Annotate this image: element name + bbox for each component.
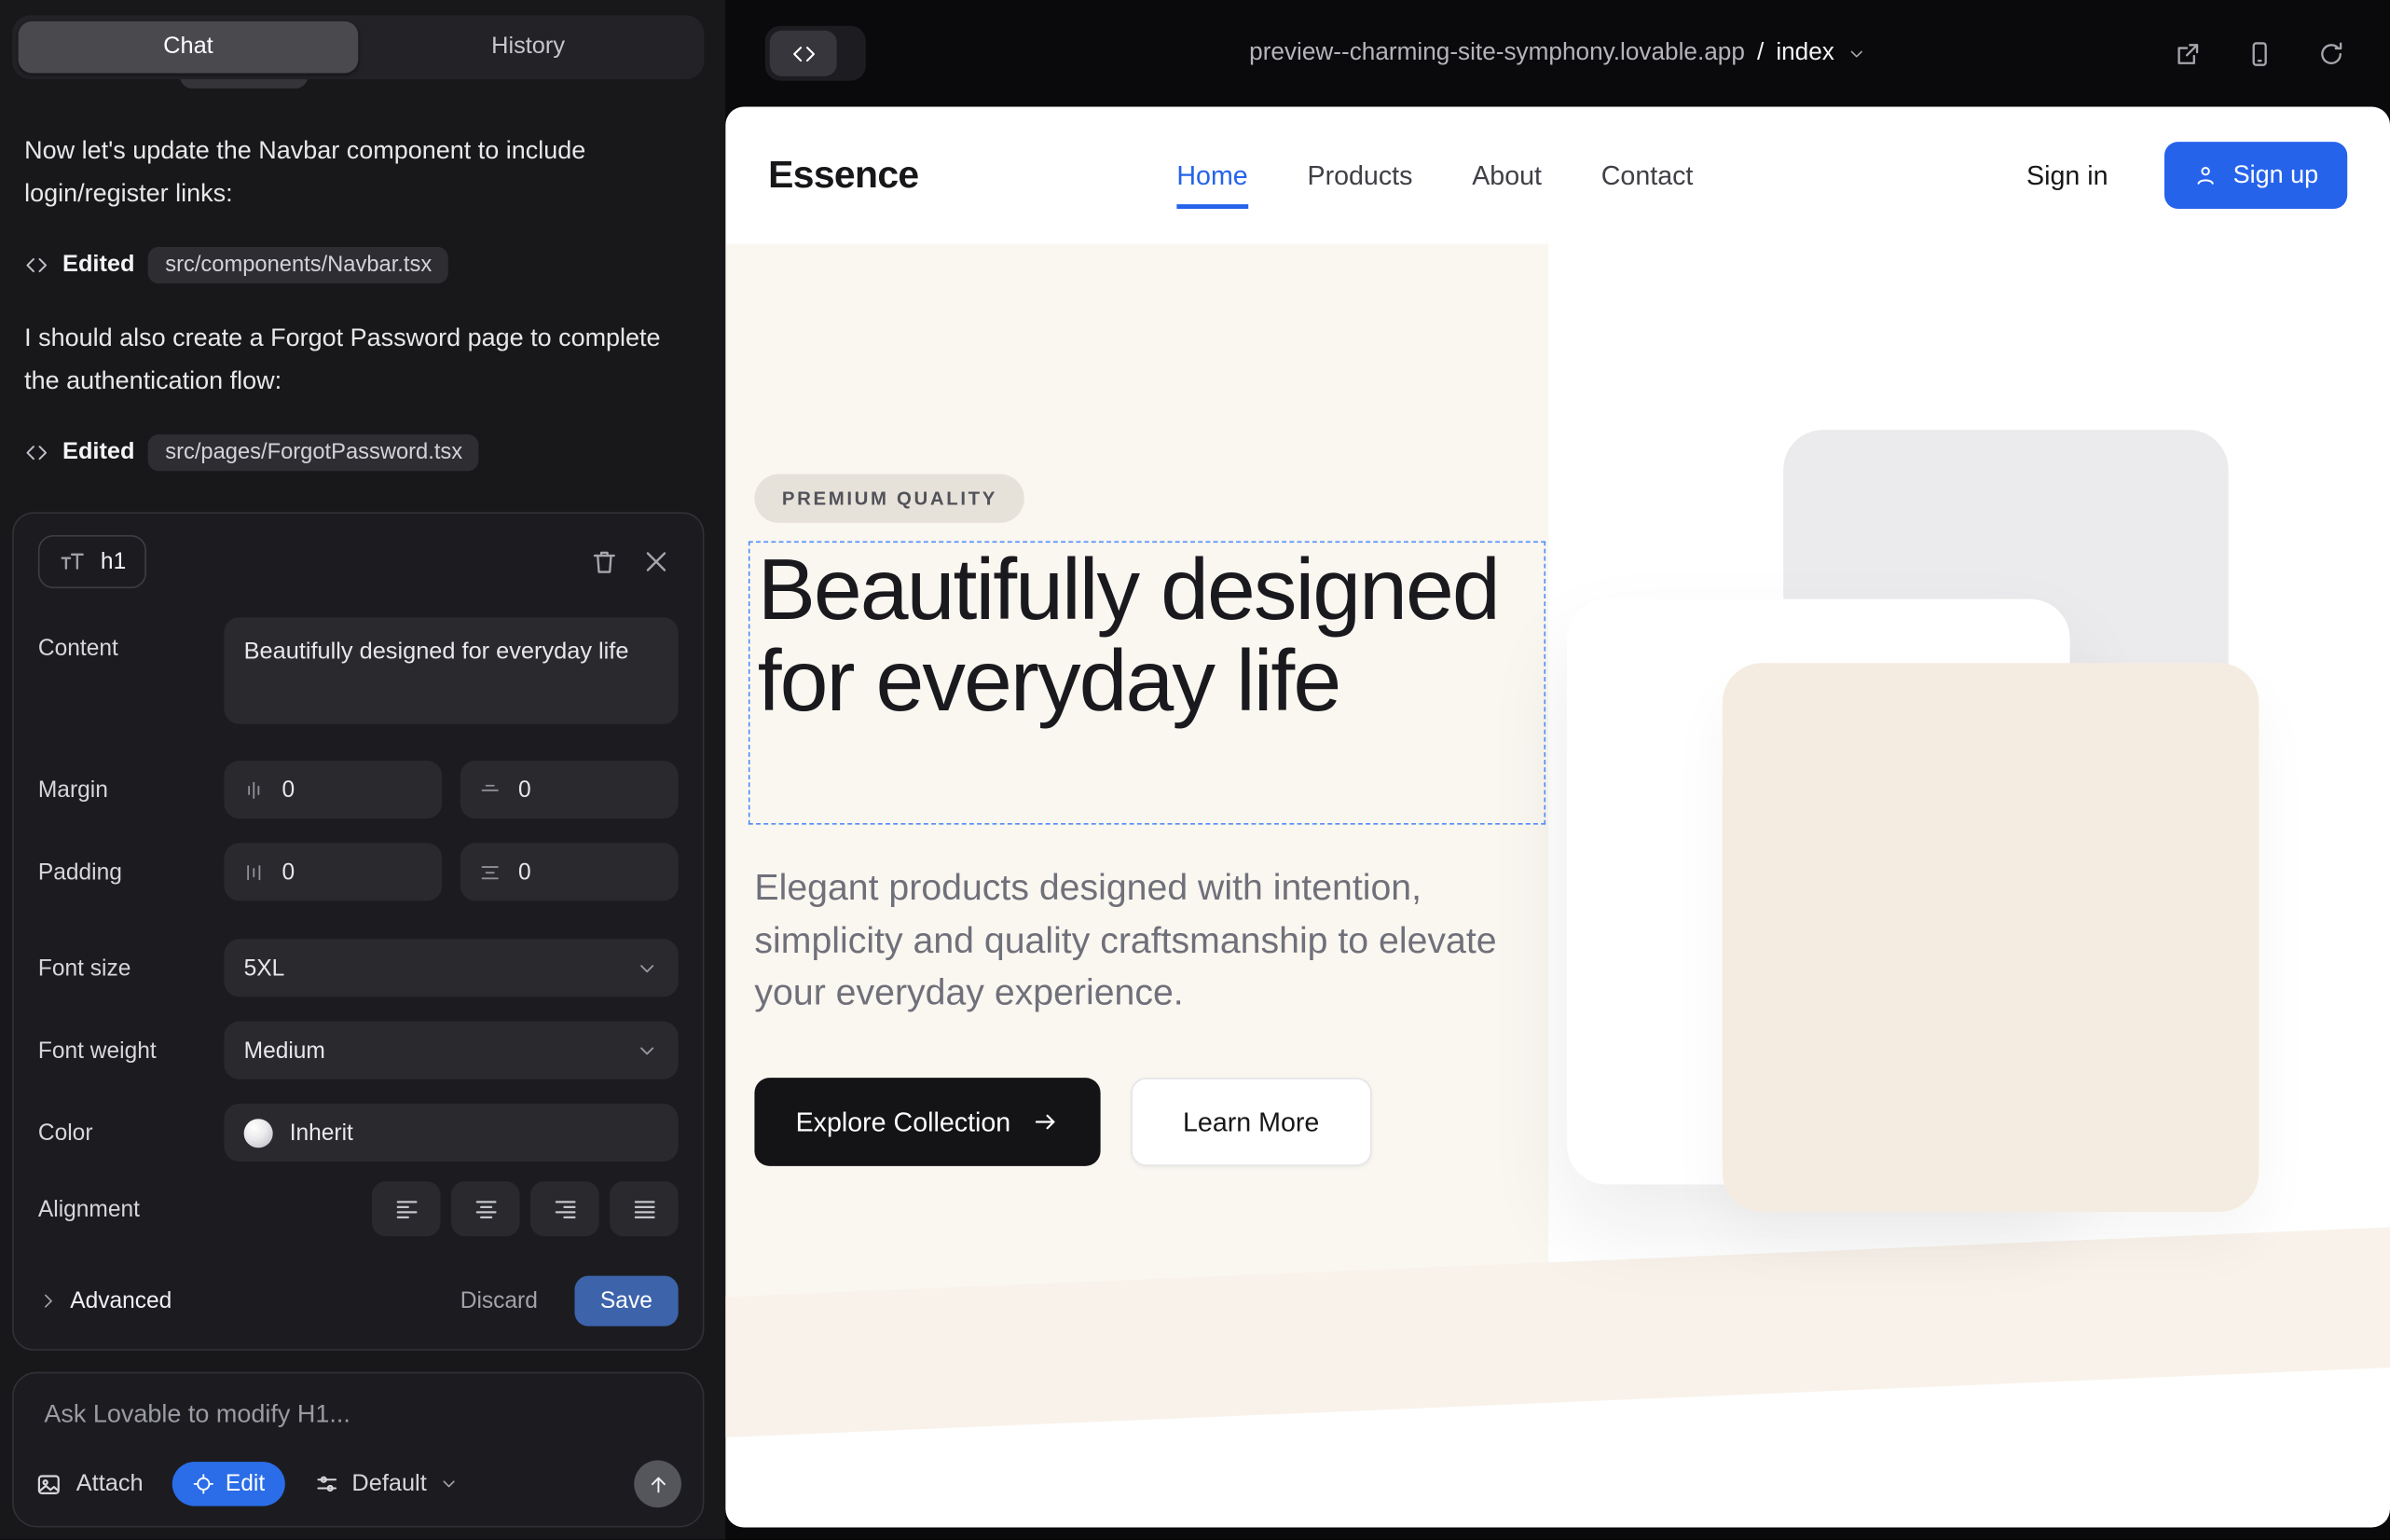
site-navbar: Essence Home Products About Contact Sign… (725, 106, 2390, 243)
open-external-button[interactable] (2167, 34, 2207, 74)
tab-history[interactable]: History (358, 21, 698, 74)
padding-horizontal-icon (478, 860, 501, 884)
url-page: index (1776, 40, 1834, 67)
margin-vertical-input[interactable]: 0 (224, 761, 442, 818)
font-weight-label: Font weight (38, 1038, 224, 1064)
file-chip-forgot-password[interactable]: src/pages/ForgotPassword.tsx (148, 433, 479, 470)
tab-chat[interactable]: Chat (19, 21, 359, 74)
padding-label: Padding (38, 859, 224, 885)
hero-subtext: Elegant products designed with intention… (754, 863, 1504, 1021)
preview-panel: preview--charming-site-symphony.lovable.… (725, 0, 2390, 1540)
margin-vertical-icon (242, 778, 266, 802)
margin-horizontal-icon (478, 778, 501, 802)
image-icon (35, 1470, 62, 1497)
chevron-right-icon (38, 1290, 58, 1310)
element-tag-pill[interactable]: h1 (38, 534, 146, 587)
explore-collection-button[interactable]: Explore Collection (754, 1078, 1100, 1166)
align-center-button[interactable] (451, 1181, 520, 1236)
url-breadcrumb[interactable]: preview--charming-site-symphony.lovable.… (1249, 0, 1866, 106)
code-icon (24, 440, 48, 464)
site-preview: Essence Home Products About Contact Sign… (725, 106, 2390, 1527)
sidebar-tabs: Chat History (12, 15, 704, 79)
chat-message: Now let's update the Navbar component to… (24, 130, 677, 216)
chevron-down-icon (1847, 44, 1866, 63)
sliders-icon (314, 1471, 340, 1497)
file-chip-navbar[interactable]: src/components/Navbar.tsx (148, 246, 448, 282)
element-tag-label: h1 (101, 548, 126, 574)
code-icon (770, 31, 837, 76)
save-button[interactable]: Save (574, 1275, 679, 1326)
arrow-right-icon (1032, 1108, 1059, 1135)
url-separator: / (1757, 40, 1764, 67)
edited-file-row: Edited src/pages/ForgotPassword.tsx (24, 432, 479, 473)
code-icon (24, 253, 48, 277)
padding-vertical-input[interactable]: 0 (224, 843, 442, 901)
nav-link-contact[interactable]: Contact (1601, 159, 1694, 191)
delete-element-button[interactable] (578, 535, 630, 587)
lovable-app: Chat History Now let's update the Navbar… (0, 0, 2390, 1540)
attach-button[interactable]: Attach (35, 1470, 144, 1497)
mobile-view-button[interactable] (2239, 34, 2279, 74)
heading-type-icon (58, 546, 87, 575)
decorative-shape-cream (1723, 663, 2260, 1212)
sign-in-link[interactable]: Sign in (2026, 159, 2108, 191)
discard-button[interactable]: Discard (460, 1287, 538, 1313)
edit-mode-button[interactable]: Edit (172, 1462, 285, 1506)
editor-header: h1 (38, 532, 681, 590)
target-icon (192, 1473, 215, 1496)
align-justify-button[interactable] (610, 1181, 679, 1236)
nav-link-about[interactable]: About (1472, 159, 1542, 191)
font-weight-select[interactable]: Medium (224, 1022, 678, 1079)
chat-input[interactable] (44, 1401, 672, 1430)
selected-h1-element[interactable]: Beautifully designed for everyday life (749, 541, 1545, 824)
font-size-label: Font size (38, 955, 224, 981)
advanced-toggle[interactable]: Advanced (38, 1287, 172, 1313)
send-button[interactable] (634, 1461, 681, 1508)
url-domain: preview--charming-site-symphony.lovable.… (1249, 40, 1745, 67)
nav-link-home[interactable]: Home (1176, 159, 1247, 191)
chat-sidebar: Chat History Now let's update the Navbar… (0, 0, 725, 1540)
color-select[interactable]: Inherit (224, 1104, 678, 1162)
color-label: Color (38, 1120, 224, 1146)
chevron-down-icon (636, 1038, 659, 1062)
chat-message: I should also create a Forgot Password p… (24, 317, 677, 404)
alignment-label: Alignment (38, 1196, 224, 1222)
code-view-toggle[interactable] (765, 26, 866, 81)
nav-link-products[interactable]: Products (1307, 159, 1412, 191)
refresh-button[interactable] (2311, 34, 2351, 74)
learn-more-button[interactable]: Learn More (1131, 1078, 1371, 1166)
chat-composer: Attach Edit Default (12, 1372, 704, 1528)
margin-horizontal-input[interactable]: 0 (460, 761, 679, 818)
align-left-button[interactable] (372, 1181, 441, 1236)
hero-headline: Beautifully designed for everyday life (758, 544, 1528, 729)
chevron-down-icon (439, 1474, 459, 1493)
align-right-button[interactable] (530, 1181, 599, 1236)
site-logo[interactable]: Essence (768, 153, 918, 197)
user-icon (2193, 163, 2218, 187)
margin-label: Margin (38, 777, 224, 803)
padding-vertical-icon (242, 860, 266, 884)
padding-horizontal-input[interactable]: 0 (460, 843, 679, 901)
site-nav-links: Home Products About Contact (1176, 106, 1693, 243)
edited-label: Edited (62, 251, 134, 278)
content-label: Content (38, 617, 224, 661)
alignment-buttons (372, 1181, 679, 1236)
element-editor-panel: h1 Content Beautifully designed for ever… (12, 512, 704, 1350)
edited-file-row: Edited src/components/Navbar.tsx (24, 244, 448, 285)
model-selector[interactable]: Default (314, 1470, 460, 1497)
close-icon[interactable] (629, 535, 681, 587)
content-input[interactable]: Beautifully designed for everyday life (224, 617, 678, 723)
edited-label: Edited (62, 438, 134, 465)
premium-quality-badge: PREMIUM QUALITY (754, 474, 1024, 523)
color-swatch (244, 1118, 273, 1147)
preview-topbar: preview--charming-site-symphony.lovable.… (725, 0, 2390, 106)
chevron-down-icon (636, 956, 659, 980)
font-size-select[interactable]: 5XL (224, 939, 678, 997)
sign-up-button[interactable]: Sign up (2164, 142, 2347, 209)
